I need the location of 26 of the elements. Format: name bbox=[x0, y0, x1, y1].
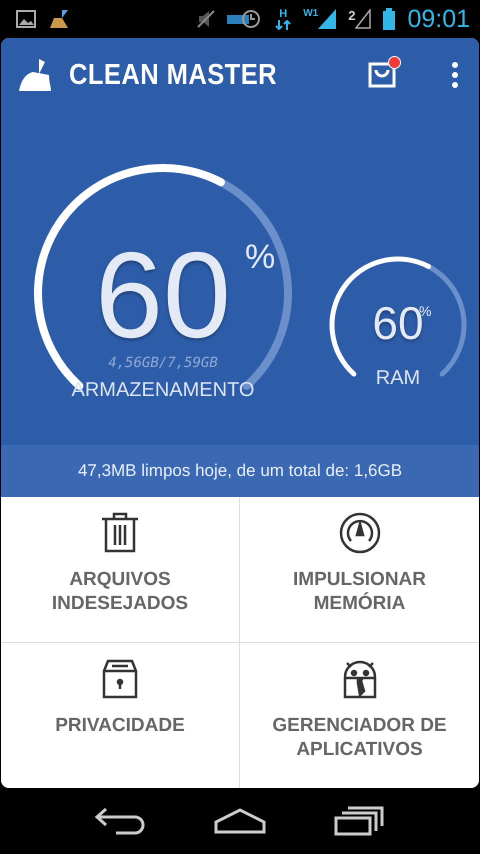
sim-label: 2 bbox=[348, 9, 356, 22]
gauge-unit: % bbox=[245, 240, 276, 274]
gauge-value: 60 bbox=[95, 234, 231, 356]
back-icon bbox=[94, 806, 146, 836]
clock: 09:01 bbox=[407, 4, 470, 34]
mute-icon bbox=[197, 9, 216, 29]
app-title: CLEAN MASTER bbox=[69, 58, 278, 92]
shopping-bag-icon bbox=[367, 60, 397, 90]
feature-tile[interactable]: PRIVACIDADE bbox=[1, 642, 240, 788]
speedometer-icon bbox=[338, 511, 382, 555]
home-icon bbox=[214, 808, 266, 834]
broom-icon bbox=[48, 8, 70, 30]
signal-icon bbox=[318, 9, 336, 29]
broom-icon bbox=[17, 57, 53, 93]
gauge-label: RAM bbox=[374, 367, 422, 390]
cleaned-summary: 47,3MB limpos hoje, de um total de: 1,6GB bbox=[78, 461, 402, 481]
image-icon bbox=[16, 10, 36, 28]
no-signal-icon bbox=[355, 9, 372, 29]
sim-label: W1 bbox=[303, 9, 318, 19]
network-type: H bbox=[279, 8, 288, 20]
feature-tile[interactable]: ARQUIVOS INDESEJADOS bbox=[1, 497, 240, 642]
overflow-menu-icon bbox=[451, 61, 459, 89]
battery-icon bbox=[383, 8, 396, 30]
data-arrows-icon bbox=[275, 20, 292, 30]
storage-detail: 4,56GB/7,59GB bbox=[107, 355, 219, 371]
recents-icon bbox=[334, 806, 386, 836]
